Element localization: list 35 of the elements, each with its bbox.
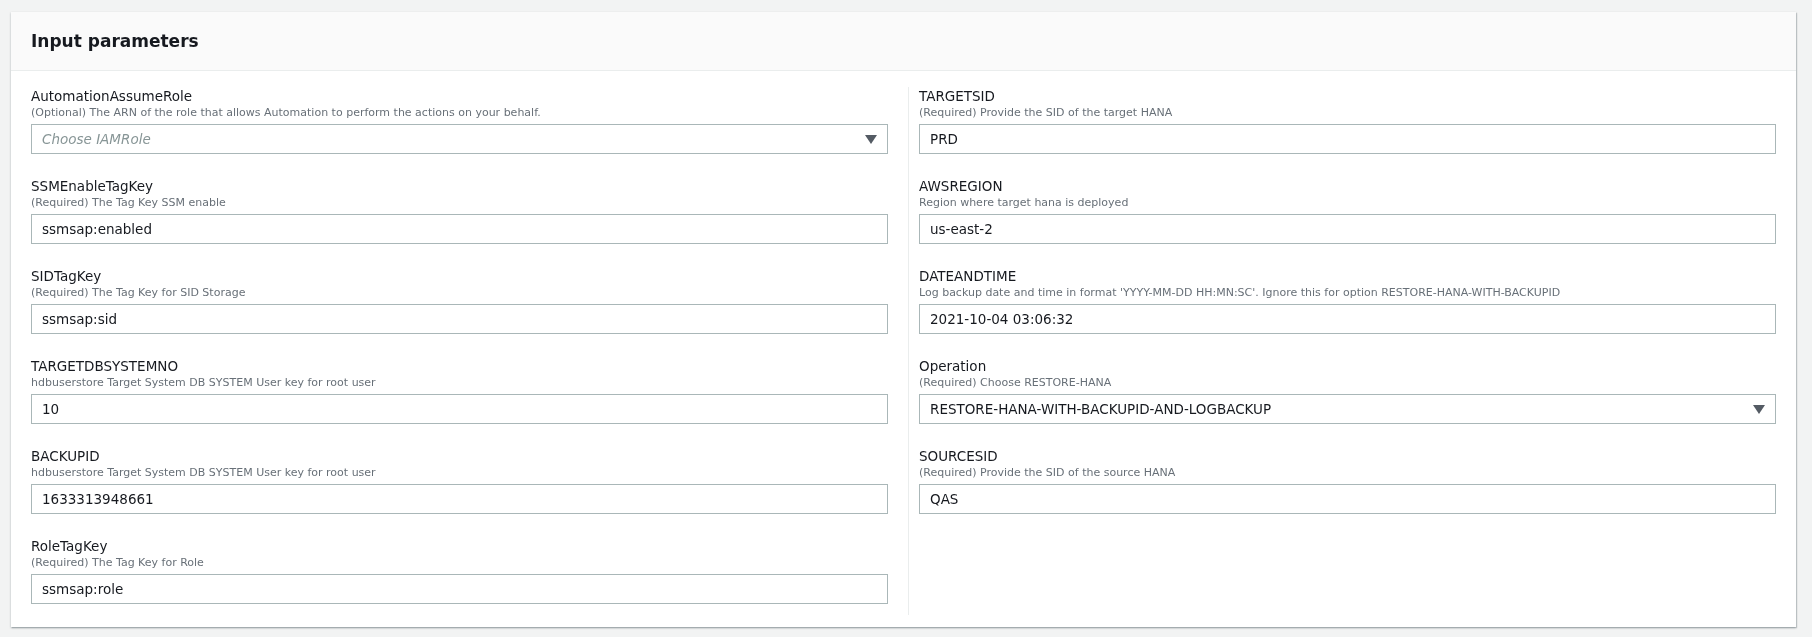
field-description: (Required) The Tag Key SSM enable (31, 195, 227, 211)
field-description: (Required) Provide the SID of the target HANA (919, 105, 1174, 121)
input-field[interactable]: 10 (31, 394, 888, 424)
field-description: (Required) The Tag Key for Role (31, 555, 205, 571)
field-label: SOURCESID (919, 447, 999, 465)
input-field[interactable]: PRD (919, 124, 1776, 154)
input-field[interactable]: ssmsap:sid (31, 304, 888, 334)
caret-icon (1753, 404, 1765, 414)
field-description: (Optional) The ARN of the role that allows Automation to perform the actions on your behalf. (31, 105, 542, 121)
field-label: AWSREGION (919, 177, 1004, 195)
field-description: hdbuserstore Target System DB SYSTEM User key for root user (31, 465, 377, 481)
field-label: BACKUPID (31, 447, 101, 465)
field-label: SSMEnableTagKey (31, 177, 155, 195)
input-field[interactable]: ssmsap:role (31, 574, 888, 604)
input-field[interactable]: us-east-2 (919, 214, 1776, 244)
field-description: hdbuserstore Target System DB SYSTEM User key for root user (31, 375, 377, 391)
field-label: AutomationAssumeRole (31, 87, 194, 105)
field-label: SIDTagKey (31, 267, 103, 285)
field-label: DATEANDTIME (919, 267, 1018, 285)
field-description: (Required) Provide the SID of the source HANA (919, 465, 1177, 481)
field-label: RoleTagKey (31, 537, 109, 555)
field-label: TARGETDBSYSTEMNO (31, 357, 179, 375)
field-label: TARGETSID (919, 87, 996, 105)
panel-title: Input parameters (31, 31, 199, 51)
field-description: Log backup date and time in format 'YYYY-MM-DD HH:MN:SC'. Ignore this for option RESTORE-HANA-WITH-BACKUPID (919, 285, 1562, 301)
field-description: (Required) Choose RESTORE-HANA (919, 375, 1113, 391)
dropdown-field[interactable]: RESTORE-HANA-WITH-BACKUPID-AND-LOGBACKUP (919, 394, 1776, 424)
caret-icon (865, 134, 877, 144)
input-field[interactable]: 2021-10-04 03:06:32 (919, 304, 1776, 334)
field-label: Operation (919, 357, 988, 375)
input-field[interactable]: 1633313948661 (31, 484, 888, 514)
input-field[interactable]: ssmsap:enabled (31, 214, 888, 244)
field-description: (Required) The Tag Key for SID Storage (31, 285, 247, 301)
field-description: Region where target hana is deployed (919, 195, 1130, 211)
input-field[interactable]: QAS (919, 484, 1776, 514)
